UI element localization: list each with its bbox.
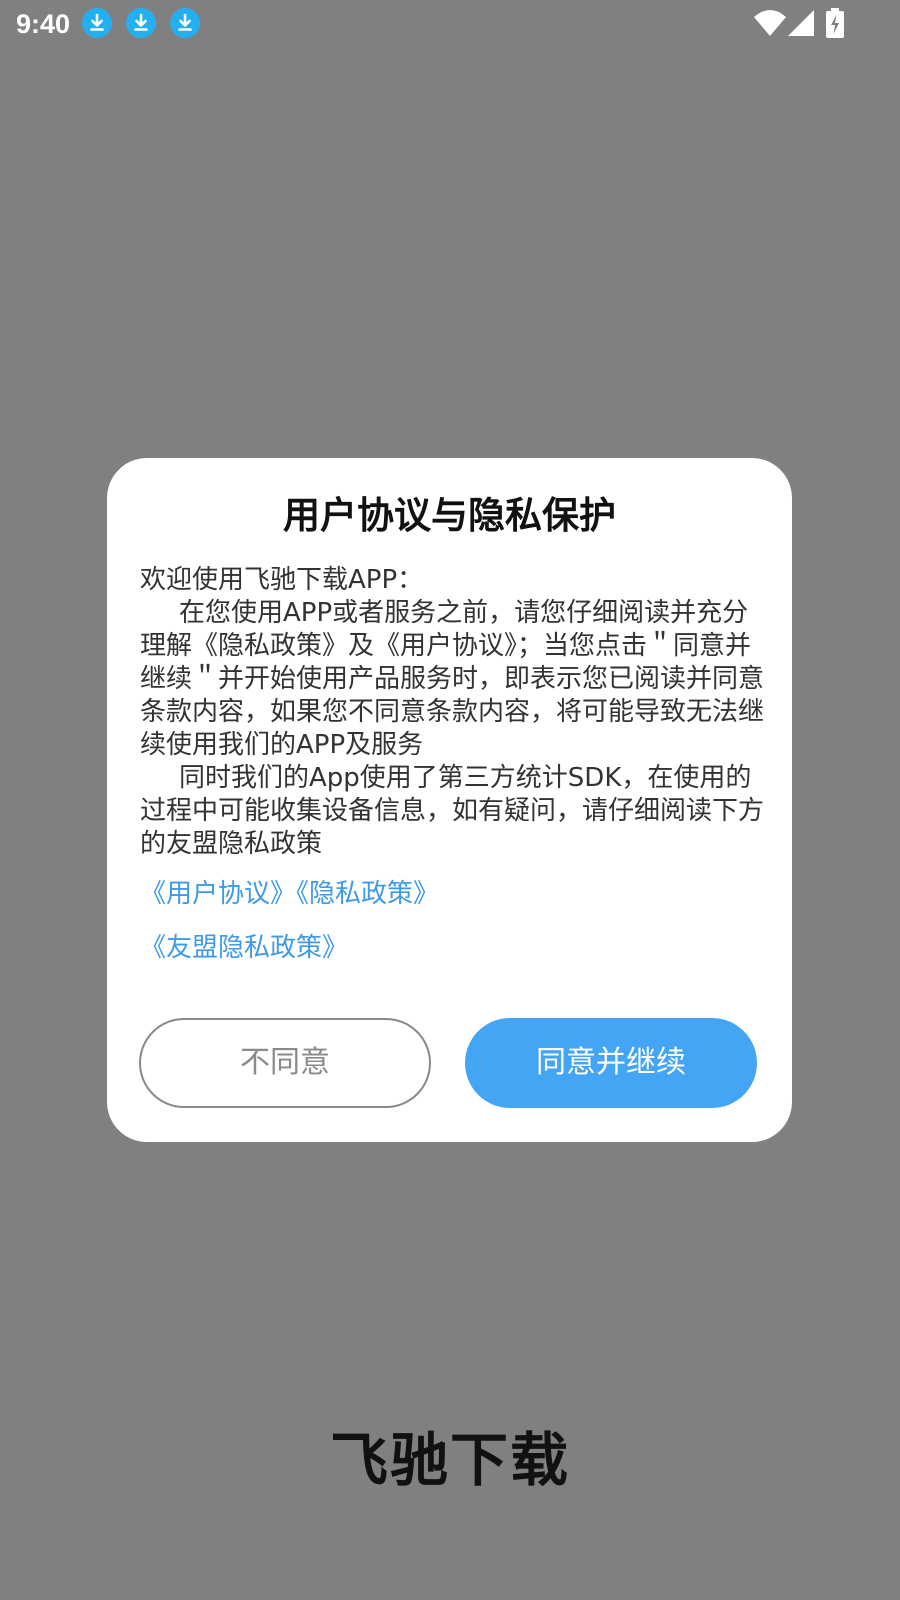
policy-links-row: 《用户协议》《隐私政策》 [140,876,765,912]
agree-continue-button[interactable]: 同意并继续 [465,1018,757,1108]
app-brand-title: 飞驰下载 [329,1426,570,1494]
download-icon [170,8,200,38]
disagree-button[interactable]: 不同意 [139,1018,431,1108]
intro-text: 欢迎使用飞驰下载APP： [140,565,424,595]
wifi-icon [754,9,786,41]
download-icon [82,8,112,38]
dialog-title: 用户协议与隐私保护 [283,494,616,537]
status-bar: 9:40 [0,0,900,48]
privacy-policy-link[interactable]: 《隐私政策》 [296,879,439,909]
status-time: 9:40 [16,9,71,39]
user-agreement-link[interactable]: 《用户协议》 [140,879,296,909]
battery-charging-icon [826,8,844,42]
privacy-dialog: 用户协议与隐私保护 欢迎使用飞驰下载APP： 在您使用APP或者服务之前，请您仔… [107,458,792,1142]
umeng-links-row: 《友盟隐私政策》 [140,930,765,966]
cellular-signal-icon [788,9,814,41]
umeng-privacy-link[interactable]: 《友盟隐私政策》 [140,933,348,963]
dialog-body: 欢迎使用飞驰下载APP： 在您使用APP或者服务之前，请您仔细阅读并充分理解《隐… [140,564,765,861]
sdk-paragraph: 同时我们的App使用了第三方统计SDK，在使用的过程中可能收集设备信息，如有疑问… [140,763,765,859]
download-icon [126,8,156,38]
agreement-paragraph: 在您使用APP或者服务之前，请您仔细阅读并充分理解《隐私政策》及《用户协议》；当… [140,598,765,760]
